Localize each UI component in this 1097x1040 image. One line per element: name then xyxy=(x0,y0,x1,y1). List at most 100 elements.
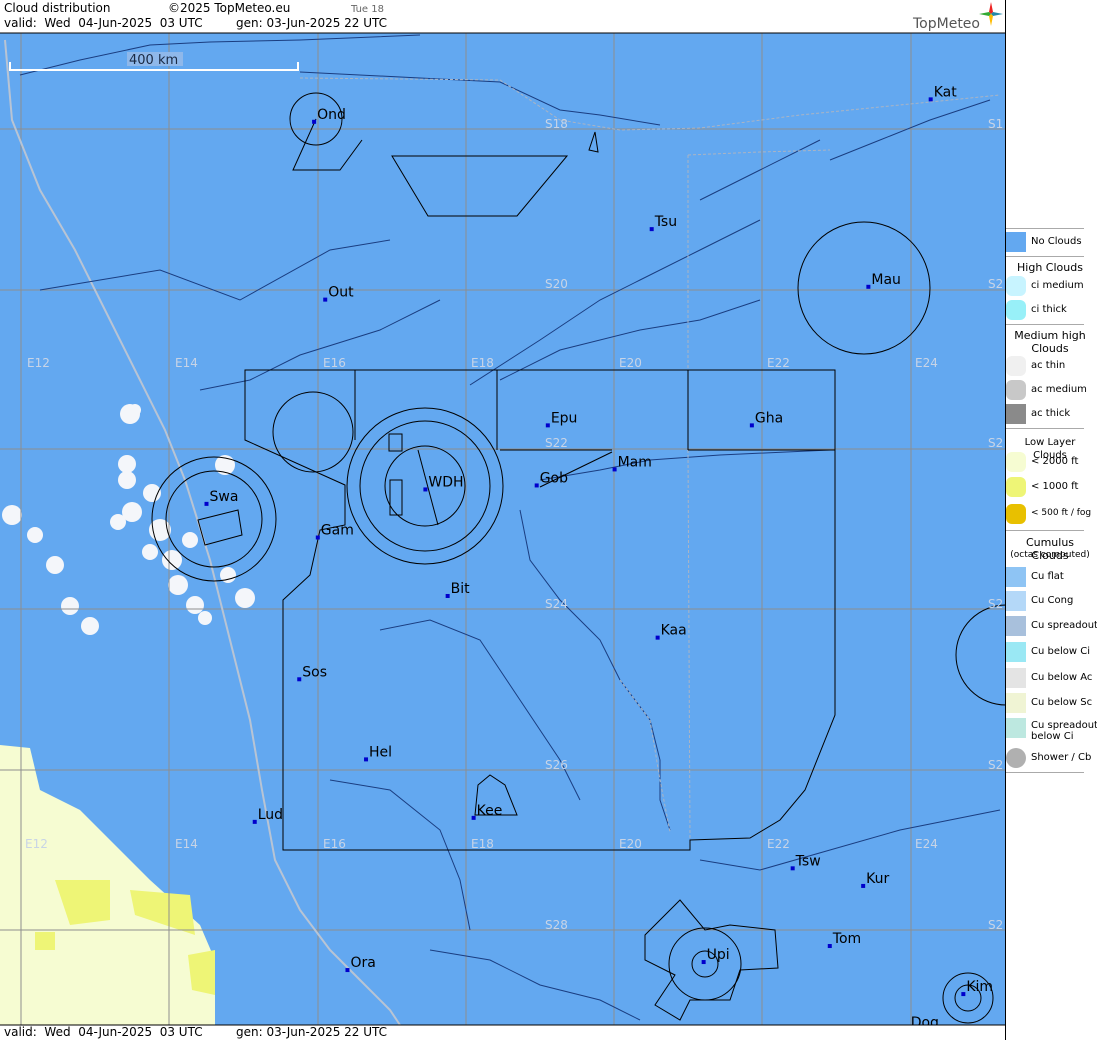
station-label: Kat xyxy=(934,84,958,100)
station-sos: Sos xyxy=(297,664,327,682)
station-marker xyxy=(445,593,450,598)
svg-text:S2: S2 xyxy=(988,597,1003,611)
station-label: Mam xyxy=(618,454,652,470)
station-marker xyxy=(423,487,428,492)
scale-bar-label: 400 km xyxy=(129,53,178,68)
station-marker xyxy=(534,483,539,488)
legend-cu-spreadout-below-ci: Cu spreadout below Ci xyxy=(1006,718,1097,744)
station-marker xyxy=(471,815,476,820)
copyright: ©2025 TopMeteo.eu xyxy=(168,1,291,15)
svg-text:S20: S20 xyxy=(545,277,568,291)
legend-medium-title: Medium high Clouds xyxy=(1014,329,1086,355)
generated-time: gen: 03-Jun-2025 22 UTC xyxy=(236,16,388,30)
station-marker xyxy=(655,635,660,640)
svg-text:S2: S2 xyxy=(988,918,1003,932)
station-label: Gob xyxy=(540,470,568,486)
station-kur: Kur xyxy=(861,871,890,888)
station-gob: Gob xyxy=(534,470,568,488)
station-marker xyxy=(323,297,328,302)
svg-text:S2: S2 xyxy=(988,758,1003,772)
svg-text:E16: E16 xyxy=(323,837,346,851)
svg-text:E18: E18 xyxy=(471,356,494,370)
station-mam: Mam xyxy=(612,454,652,472)
station-out: Out xyxy=(323,285,354,302)
station-label: Kaa xyxy=(661,623,687,639)
svg-text:E14: E14 xyxy=(175,356,198,370)
station-marker xyxy=(827,944,832,949)
station-epu: Epu xyxy=(545,410,578,428)
station-label: Epu xyxy=(551,410,578,426)
station-kim: Kim xyxy=(961,979,993,997)
station-label: Gha xyxy=(755,410,783,426)
svg-text:E24: E24 xyxy=(915,837,938,851)
station-label: Lud xyxy=(258,807,283,823)
station-marker xyxy=(315,535,320,540)
svg-text:E18: E18 xyxy=(471,837,494,851)
station-label: WDH xyxy=(428,474,463,490)
station-marker xyxy=(749,423,754,428)
svg-text:E16: E16 xyxy=(323,356,346,370)
station-gha: Gha xyxy=(749,410,783,428)
svg-text:E22: E22 xyxy=(767,837,790,851)
station-tom: Tom xyxy=(827,931,861,949)
station-marker xyxy=(297,677,302,682)
legend-high-title: High Clouds xyxy=(1017,261,1083,274)
station-wdh: WDH xyxy=(423,474,464,492)
station-label: Gam xyxy=(321,523,354,539)
station-label: Mau xyxy=(871,272,901,288)
station-label: Kee xyxy=(477,803,503,819)
svg-text:E24: E24 xyxy=(915,356,938,370)
station-label: Hel xyxy=(369,744,392,760)
svg-text:S2: S2 xyxy=(988,436,1003,450)
station-label: Tsw xyxy=(795,853,821,869)
svg-text:E12: E12 xyxy=(27,356,50,370)
station-label: Ora xyxy=(350,955,375,971)
footer-valid-time: valid: Wed 04-Jun-2025 03 UTC xyxy=(4,1025,203,1039)
station-marker xyxy=(204,501,209,506)
station-ond: Ond xyxy=(312,107,346,124)
station-marker xyxy=(961,992,966,997)
station-marker xyxy=(364,757,369,762)
brand-name: TopMeteo xyxy=(913,16,980,32)
hour-label: Tue 18 xyxy=(351,4,384,15)
station-label: Kur xyxy=(866,871,889,887)
svg-text:S22: S22 xyxy=(545,436,568,450)
station-marker xyxy=(861,883,866,888)
station-label: Kim xyxy=(966,979,993,995)
station-lud: Lud xyxy=(252,807,283,824)
station-marker xyxy=(612,467,617,472)
station-label: Sos xyxy=(302,664,327,680)
station-label: Tsu xyxy=(654,214,677,230)
cloud-map[interactable]: 400 km E12 E14 E16 E18 E20 E22 E24 E12 E… xyxy=(0,0,1006,1040)
station-ora: Ora xyxy=(345,955,376,973)
station-marker xyxy=(866,284,871,289)
footer-generated-time: gen: 03-Jun-2025 22 UTC xyxy=(236,1025,388,1039)
station-marker xyxy=(701,960,706,965)
station-marker xyxy=(252,819,257,824)
station-marker xyxy=(312,119,317,124)
station-label: Ond xyxy=(317,107,346,123)
station-kat: Kat xyxy=(928,84,958,102)
station-label: Bit xyxy=(451,581,470,597)
station-gam: Gam xyxy=(315,523,354,540)
station-hel: Hel xyxy=(364,744,392,762)
svg-text:S28: S28 xyxy=(545,918,568,932)
svg-text:E20: E20 xyxy=(619,356,642,370)
station-label: Swa xyxy=(210,489,239,505)
station-kaa: Kaa xyxy=(655,623,687,640)
svg-text:S1: S1 xyxy=(988,117,1003,131)
station-label: Out xyxy=(328,285,354,301)
svg-text:E20: E20 xyxy=(619,837,642,851)
svg-text:S2: S2 xyxy=(988,277,1003,291)
svg-text:E14: E14 xyxy=(175,837,198,851)
station-tsu: Tsu xyxy=(649,214,677,232)
station-label: Tom xyxy=(832,931,861,947)
svg-text:E22: E22 xyxy=(767,356,790,370)
station-marker xyxy=(649,227,654,232)
station-kee: Kee xyxy=(471,803,503,820)
station-marker xyxy=(790,866,795,871)
legend-panel: No Clouds High Clouds ci medium ci thick… xyxy=(1006,0,1097,1040)
svg-text:S26: S26 xyxy=(545,758,568,772)
station-upi: Upi xyxy=(701,947,730,965)
svg-text:E12: E12 xyxy=(25,837,48,851)
